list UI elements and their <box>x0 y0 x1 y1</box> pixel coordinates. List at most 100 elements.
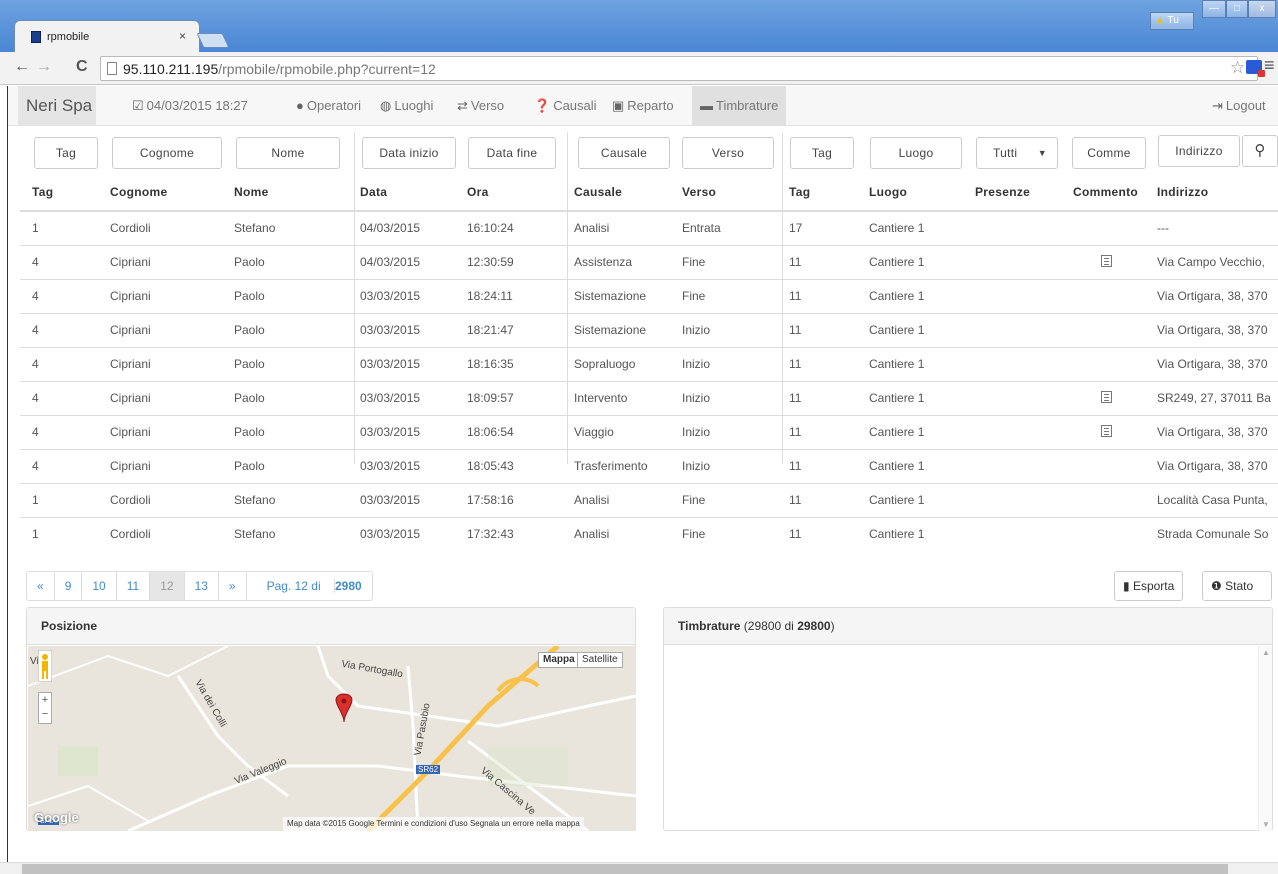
table-row[interactable]: 1 Cordioli Stefano 03/03/2015 17:32:43 Analis… <box>20 516 1278 551</box>
col-commento[interactable]: Commento <box>1061 174 1145 212</box>
page-link[interactable]: 11 <box>117 572 151 600</box>
col-ora[interactable]: Ora <box>455 174 562 212</box>
filter-presenze-select[interactable]: Tutti ▼ <box>976 137 1058 169</box>
tab-close-icon[interactable]: × <box>179 29 186 43</box>
cell-luogo: Cantiere 1 <box>857 312 963 347</box>
table-row[interactable]: 4 Cipriani Paolo 04/03/2015 12:30:59 Assisten… <box>20 244 1278 279</box>
close-window-button[interactable]: x <box>1248 0 1276 18</box>
cell-commento <box>1061 516 1145 551</box>
cell-commento <box>1061 448 1145 483</box>
table-row[interactable]: 4 Cipriani Paolo 03/03/2015 18:21:47 Sistemaz… <box>20 312 1278 347</box>
zoom-in-button[interactable]: + <box>39 693 51 707</box>
page-link-active[interactable]: 12 <box>150 572 185 600</box>
browser-tab[interactable]: rpmobile × <box>14 20 200 52</box>
logout-link[interactable]: ⇥ Logout <box>1212 86 1266 126</box>
page-next[interactable]: » <box>219 572 247 600</box>
vertical-scrollbar[interactable]: ▲ ▼ <box>1258 646 1272 831</box>
comment-icon[interactable] <box>1100 254 1112 267</box>
scrollbar-thumb[interactable] <box>22 864 1228 874</box>
map[interactable]: Via Portogallo Via dei Colli Via Valeggi… <box>28 646 636 831</box>
esporta-button[interactable]: ▮ Esporta <box>1114 571 1184 601</box>
cell-tag: 1 <box>20 482 98 517</box>
cell-tag: 4 <box>20 448 98 483</box>
search-button[interactable]: ⚲ <box>1242 135 1278 167</box>
user-icon: ● <box>296 98 304 113</box>
table-row[interactable]: 1 Cordioli Stefano 03/03/2015 17:58:16 Analis… <box>20 482 1278 517</box>
user-profile-badge[interactable]: ▲ Tu <box>1150 12 1194 30</box>
col-causale[interactable]: Causale <box>562 174 670 212</box>
forward-icon[interactable]: → <box>36 58 52 76</box>
brand[interactable]: Neri Spa <box>18 86 96 126</box>
filter-nome-input[interactable]: Nome <box>236 137 340 169</box>
filter-data-inizio-input[interactable]: Data inizio <box>362 137 456 169</box>
nav-luoghi[interactable]: ◍ Luoghi <box>380 86 433 126</box>
pegman-icon[interactable] <box>37 649 53 683</box>
filter-luogo-input[interactable]: Luogo <box>870 137 962 169</box>
comment-icon[interactable] <box>1100 424 1112 437</box>
table-row[interactable]: 4 Cipriani Paolo 03/03/2015 18:16:35 Sopraluo… <box>20 346 1278 381</box>
col-data[interactable]: Data <box>348 174 455 212</box>
table-row[interactable]: 4 Cipriani Paolo 03/03/2015 18:24:11 Sistemaz… <box>20 278 1278 313</box>
map-footer[interactable]: Map data ©2015 Google Termini e condizio… <box>283 817 584 831</box>
map-type-map[interactable]: Mappa <box>538 652 580 668</box>
table-row[interactable]: 4 Cipriani Paolo 03/03/2015 18:06:54 Viaggio I… <box>20 414 1278 449</box>
filter-indirizzo-input[interactable]: Indirizzo <box>1158 135 1240 167</box>
page-link[interactable]: 9 <box>55 572 83 600</box>
scroll-up-icon[interactable]: ▲ <box>1262 648 1270 657</box>
filter-data-fine-input[interactable]: Data fine <box>468 137 556 169</box>
horizontal-scrollbar[interactable] <box>0 862 1278 874</box>
cell-tag2: 11 <box>777 448 857 483</box>
page-link[interactable]: 10 <box>82 572 117 600</box>
zoom-out-button[interactable]: − <box>39 707 51 721</box>
filter-tag2-input[interactable]: Tag <box>790 137 854 169</box>
col-verso[interactable]: Verso <box>670 174 777 212</box>
maximize-button[interactable]: □ <box>1226 0 1248 18</box>
cell-cognome: Cordioli <box>98 210 222 245</box>
table-row[interactable]: 4 Cipriani Paolo 03/03/2015 18:09:57 Interven… <box>20 380 1278 415</box>
reload-icon[interactable]: C <box>76 58 88 76</box>
page-prev[interactable]: « <box>27 572 55 600</box>
table-row[interactable]: 4 Cipriani Paolo 03/03/2015 18:05:43 Trasferi… <box>20 448 1278 483</box>
cell-presenze <box>963 210 1061 245</box>
nav-timbrature[interactable]: ▬ Timbrature <box>692 86 787 126</box>
comment-icon[interactable] <box>1100 390 1112 403</box>
cell-tag: 4 <box>20 380 98 415</box>
nav-causali[interactable]: ❓ Causali <box>534 86 597 126</box>
nav-verso[interactable]: ⇄ Verso <box>457 86 504 126</box>
col-nome[interactable]: Nome <box>222 174 348 212</box>
col-tag2[interactable]: Tag <box>777 174 857 212</box>
filter-commento-input[interactable]: Comme <box>1072 137 1146 169</box>
stato-button[interactable]: ❶ Stato <box>1202 571 1272 601</box>
nav-reparto[interactable]: ▣ Reparto <box>612 86 674 126</box>
filter-tag-input[interactable]: Tag <box>34 137 98 169</box>
cell-verso: Fine <box>670 516 777 551</box>
cell-tag2: 17 <box>777 210 857 245</box>
filter-cognome-input[interactable]: Cognome <box>112 137 222 169</box>
col-indirizzo[interactable]: Indirizzo <box>1145 174 1278 212</box>
menu-icon[interactable]: ≡ <box>1264 55 1275 76</box>
minimize-button[interactable]: — <box>1202 0 1226 18</box>
scroll-down-icon[interactable]: ▼ <box>1262 820 1270 829</box>
page-favicon-icon <box>31 31 41 43</box>
cell-nome: Paolo <box>222 414 348 449</box>
back-icon[interactable]: ← <box>14 58 30 76</box>
col-presenze[interactable]: Presenze <box>963 174 1061 212</box>
cell-tag: 4 <box>20 346 98 381</box>
col-tag[interactable]: Tag <box>20 174 98 212</box>
map-type-satellite[interactable]: Satellite <box>577 652 623 668</box>
timbrature-title: Timbrature (29800 di 29800) <box>664 608 1272 645</box>
extension-icon[interactable] <box>1246 60 1265 77</box>
nav-operatori[interactable]: ● Operatori <box>296 86 361 126</box>
address-bar[interactable]: 95.110.211.195/rpmobile/rpmobile.php?cur… <box>100 56 1258 81</box>
cell-luogo: Cantiere 1 <box>857 210 963 245</box>
filter-verso-input[interactable]: Verso <box>682 137 774 169</box>
filter-causale-input[interactable]: Causale <box>578 137 670 169</box>
cell-luogo: Cantiere 1 <box>857 380 963 415</box>
col-cognome[interactable]: Cognome <box>98 174 222 212</box>
page-link[interactable]: 13 <box>185 572 219 600</box>
col-luogo[interactable]: Luogo <box>857 174 963 212</box>
cell-luogo: Cantiere 1 <box>857 482 963 517</box>
map-roads <box>28 646 636 831</box>
table-row[interactable]: 1 Cordioli Stefano 04/03/2015 16:10:24 Analis… <box>20 210 1278 245</box>
bookmark-star-icon[interactable]: ☆ <box>1230 58 1245 78</box>
